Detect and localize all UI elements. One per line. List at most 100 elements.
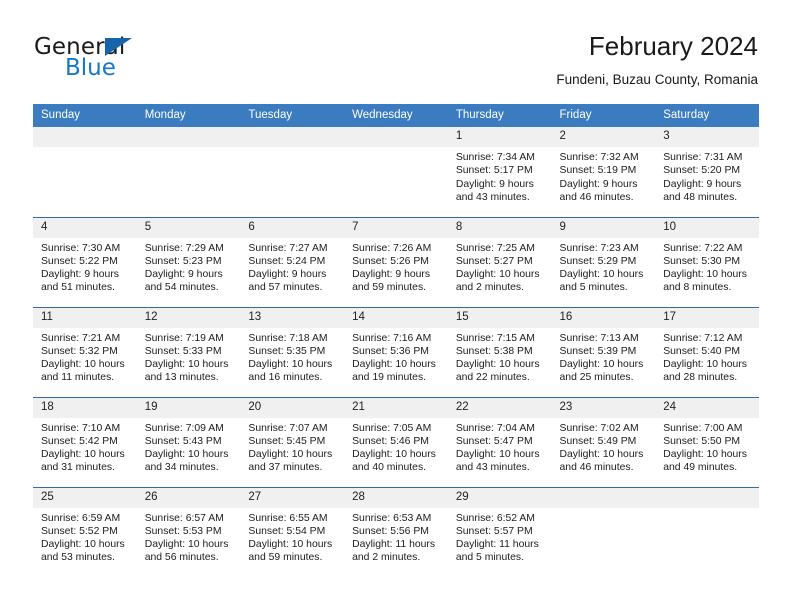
sunrise-text: Sunrise: 6:59 AM bbox=[41, 512, 121, 524]
daylight-text-line2: and 34 minutes. bbox=[144, 462, 219, 474]
page-header: General Blue February 2024 Fundeni, Buza… bbox=[0, 0, 792, 100]
daylight-text-line2: and 22 minutes. bbox=[455, 372, 530, 384]
calendar-day-cell[interactable]: 1 Sunrise: 7:34 AM Sunset: 5:17 PM Daylight… bbox=[447, 127, 552, 217]
sunrise-text: Sunrise: 6:55 AM bbox=[248, 512, 328, 524]
day-number: 2 bbox=[551, 127, 656, 147]
sunrise-text: Sunrise: 7:22 AM bbox=[663, 242, 743, 254]
sunset-text: Sunset: 5:39 PM bbox=[559, 345, 637, 357]
sunset-text: Sunset: 5:53 PM bbox=[144, 525, 222, 537]
sunrise-text: Sunrise: 7:13 AM bbox=[559, 332, 639, 344]
weekday-header-wednesday: Wednesday bbox=[344, 104, 448, 127]
day-number: 26 bbox=[136, 487, 241, 508]
calendar-day-cell[interactable]: 8 Sunrise: 7:25 AM Sunset: 5:27 PM Daylight… bbox=[447, 216, 552, 307]
weekday-header-sunday: Sunday bbox=[33, 104, 137, 127]
daylight-text-line1: Daylight: 9 hours bbox=[455, 178, 534, 190]
calendar-day-cell[interactable]: 29 Sunrise: 6:52 AM Sunset: 5:57 PM Dayligh… bbox=[447, 486, 552, 577]
daylight-text-line2: and 37 minutes. bbox=[248, 462, 323, 474]
calendar-day-cell[interactable]: 20 Sunrise: 7:07 AM Sunset: 5:45 PM Dayligh… bbox=[240, 396, 345, 487]
calendar-day-cell[interactable]: 14 Sunrise: 7:16 AM Sunset: 5:36 PM Dayligh… bbox=[344, 306, 448, 397]
day-cell-details: Sunrise: 7:23 AM Sunset: 5:29 PM Daylight:… bbox=[552, 238, 656, 295]
day-cell-details: Sunrise: 7:09 AM Sunset: 5:43 PM Daylight:… bbox=[137, 418, 241, 475]
calendar-day-cell[interactable]: 21 Sunrise: 7:05 AM Sunset: 5:46 PM Dayligh… bbox=[344, 396, 448, 487]
sunset-text: Sunset: 5:30 PM bbox=[663, 255, 741, 267]
day-cell-details: Sunrise: 7:00 AM Sunset: 5:50 PM Daylight:… bbox=[655, 418, 759, 475]
calendar-day-cell[interactable]: 9 Sunrise: 7:23 AM Sunset: 5:29 PM Daylight… bbox=[551, 216, 656, 307]
sunset-text: Sunset: 5:46 PM bbox=[352, 435, 429, 447]
calendar-day-cell[interactable]: 6 Sunrise: 7:27 AM Sunset: 5:24 PM Daylight… bbox=[240, 216, 345, 307]
calendar-day-cell[interactable]: 10 Sunrise: 7:22 AM Sunset: 5:30 PM Dayligh… bbox=[655, 216, 759, 307]
daylight-text-line1: Daylight: 10 hours bbox=[144, 539, 229, 551]
calendar-day-cell[interactable]: 5 Sunrise: 7:29 AM Sunset: 5:23 PM Daylight… bbox=[136, 216, 241, 307]
day-number: 27 bbox=[240, 487, 345, 508]
calendar-table: Sunday Monday Tuesday Wednesday Thursday… bbox=[33, 104, 759, 577]
day-cell-details: Sunrise: 7:13 AM Sunset: 5:39 PM Daylight:… bbox=[552, 328, 656, 385]
daylight-text-line2: and 59 minutes. bbox=[248, 552, 323, 564]
daylight-text-line2: and 56 minutes. bbox=[144, 552, 219, 564]
sunset-text: Sunset: 5:17 PM bbox=[455, 165, 533, 177]
weekday-header-saturday: Saturday bbox=[655, 104, 759, 127]
day-number: 8 bbox=[447, 217, 552, 238]
day-cell-details: Sunrise: 7:22 AM Sunset: 5:30 PM Daylight:… bbox=[655, 238, 759, 295]
calendar-day-cell[interactable]: 18 Sunrise: 7:10 AM Sunset: 5:42 PM Dayligh… bbox=[33, 396, 137, 487]
calendar-day-cell[interactable]: 3 Sunrise: 7:31 AM Sunset: 5:20 PM Daylight… bbox=[655, 127, 759, 217]
sunset-text: Sunset: 5:19 PM bbox=[559, 165, 637, 177]
calendar-day-cell[interactable]: 24 Sunrise: 7:00 AM Sunset: 5:50 PM Dayligh… bbox=[655, 396, 759, 487]
day-number: 11 bbox=[33, 307, 137, 328]
calendar-day-cell[interactable]: 23 Sunrise: 7:02 AM Sunset: 5:49 PM Dayligh… bbox=[551, 396, 656, 487]
day-number bbox=[33, 127, 137, 147]
calendar-day-cell[interactable]: 2 Sunrise: 7:32 AM Sunset: 5:19 PM Daylight… bbox=[551, 127, 656, 217]
daylight-text-line1: Daylight: 9 hours bbox=[663, 178, 742, 190]
calendar-day-cell[interactable]: 12 Sunrise: 7:19 AM Sunset: 5:33 PM Dayligh… bbox=[136, 306, 241, 397]
calendar-day-cell[interactable]: 19 Sunrise: 7:09 AM Sunset: 5:43 PM Dayligh… bbox=[136, 396, 241, 487]
daylight-text-line1: Daylight: 11 hours bbox=[352, 539, 436, 551]
day-cell-details: Sunrise: 7:32 AM Sunset: 5:19 PM Daylight:… bbox=[552, 147, 656, 204]
sunrise-text: Sunrise: 6:57 AM bbox=[144, 512, 224, 524]
calendar-day-cell[interactable]: 28 Sunrise: 6:53 AM Sunset: 5:56 PM Dayligh… bbox=[344, 486, 448, 577]
day-number: 23 bbox=[551, 397, 656, 418]
sunset-text: Sunset: 5:43 PM bbox=[144, 435, 222, 447]
daylight-text-line1: Daylight: 10 hours bbox=[663, 269, 747, 281]
calendar-day-cell[interactable]: 27 Sunrise: 6:55 AM Sunset: 5:54 PM Dayligh… bbox=[240, 486, 345, 577]
daylight-text-line2: and 5 minutes. bbox=[559, 282, 628, 294]
calendar-day-cell[interactable]: 26 Sunrise: 6:57 AM Sunset: 5:53 PM Dayligh… bbox=[136, 486, 241, 577]
calendar-day-cell[interactable]: 15 Sunrise: 7:15 AM Sunset: 5:38 PM Dayligh… bbox=[447, 306, 552, 397]
day-cell-details: Sunrise: 6:57 AM Sunset: 5:53 PM Daylight:… bbox=[137, 508, 241, 565]
calendar-day-cell[interactable]: 13 Sunrise: 7:18 AM Sunset: 5:35 PM Dayligh… bbox=[240, 306, 345, 397]
day-number bbox=[136, 127, 241, 147]
sunset-text: Sunset: 5:26 PM bbox=[352, 255, 429, 267]
sunset-text: Sunset: 5:22 PM bbox=[41, 255, 118, 267]
sunrise-text: Sunrise: 7:07 AM bbox=[248, 422, 328, 434]
day-cell-details: Sunrise: 7:05 AM Sunset: 5:46 PM Daylight:… bbox=[344, 418, 448, 475]
day-cell-details: Sunrise: 7:12 AM Sunset: 5:40 PM Daylight:… bbox=[655, 328, 759, 385]
sunset-text: Sunset: 5:27 PM bbox=[455, 255, 533, 267]
day-number: 3 bbox=[655, 127, 759, 147]
daylight-text-line2: and 43 minutes. bbox=[455, 462, 530, 474]
calendar-day-cell[interactable]: 22 Sunrise: 7:04 AM Sunset: 5:47 PM Dayligh… bbox=[447, 396, 552, 487]
daylight-text-line1: Daylight: 10 hours bbox=[144, 359, 229, 371]
day-cell-details: Sunrise: 7:16 AM Sunset: 5:36 PM Daylight:… bbox=[344, 328, 448, 385]
sunset-text: Sunset: 5:35 PM bbox=[248, 345, 326, 357]
day-number bbox=[655, 487, 759, 508]
day-cell-details: Sunrise: 7:34 AM Sunset: 5:17 PM Daylight:… bbox=[448, 147, 552, 204]
daylight-text-line2: and 57 minutes. bbox=[248, 282, 323, 294]
sunrise-text: Sunrise: 7:19 AM bbox=[144, 332, 224, 344]
calendar-day-cell[interactable]: 16 Sunrise: 7:13 AM Sunset: 5:39 PM Dayligh… bbox=[551, 306, 656, 397]
day-number: 7 bbox=[344, 217, 448, 238]
calendar-day-cell[interactable]: 17 Sunrise: 7:12 AM Sunset: 5:40 PM Dayligh… bbox=[655, 306, 759, 397]
daylight-text-line2: and 25 minutes. bbox=[559, 372, 634, 384]
sunset-text: Sunset: 5:29 PM bbox=[559, 255, 637, 267]
calendar-week-row: 18 Sunrise: 7:10 AM Sunset: 5:42 PM Dayligh… bbox=[33, 396, 759, 487]
daylight-text-line2: and 13 minutes. bbox=[144, 372, 219, 384]
daylight-text-line2: and 28 minutes. bbox=[663, 372, 738, 384]
day-number: 24 bbox=[655, 397, 759, 418]
calendar-day-cell-empty bbox=[240, 127, 345, 217]
sunrise-text: Sunrise: 7:34 AM bbox=[455, 152, 535, 163]
brand-logo[interactable]: General Blue bbox=[34, 34, 264, 90]
calendar-day-cell[interactable]: 7 Sunrise: 7:26 AM Sunset: 5:26 PM Daylight… bbox=[344, 216, 448, 307]
sunrise-text: Sunrise: 6:52 AM bbox=[455, 512, 535, 524]
calendar-day-cell[interactable]: 11 Sunrise: 7:21 AM Sunset: 5:32 PM Dayligh… bbox=[33, 306, 137, 397]
calendar-day-cell[interactable]: 4 Sunrise: 7:30 AM Sunset: 5:22 PM Daylight… bbox=[33, 216, 137, 307]
sunrise-text: Sunrise: 7:30 AM bbox=[41, 242, 121, 254]
calendar-day-cell[interactable]: 25 Sunrise: 6:59 AM Sunset: 5:52 PM Dayligh… bbox=[33, 486, 137, 577]
daylight-text-line1: Daylight: 11 hours bbox=[455, 539, 539, 551]
